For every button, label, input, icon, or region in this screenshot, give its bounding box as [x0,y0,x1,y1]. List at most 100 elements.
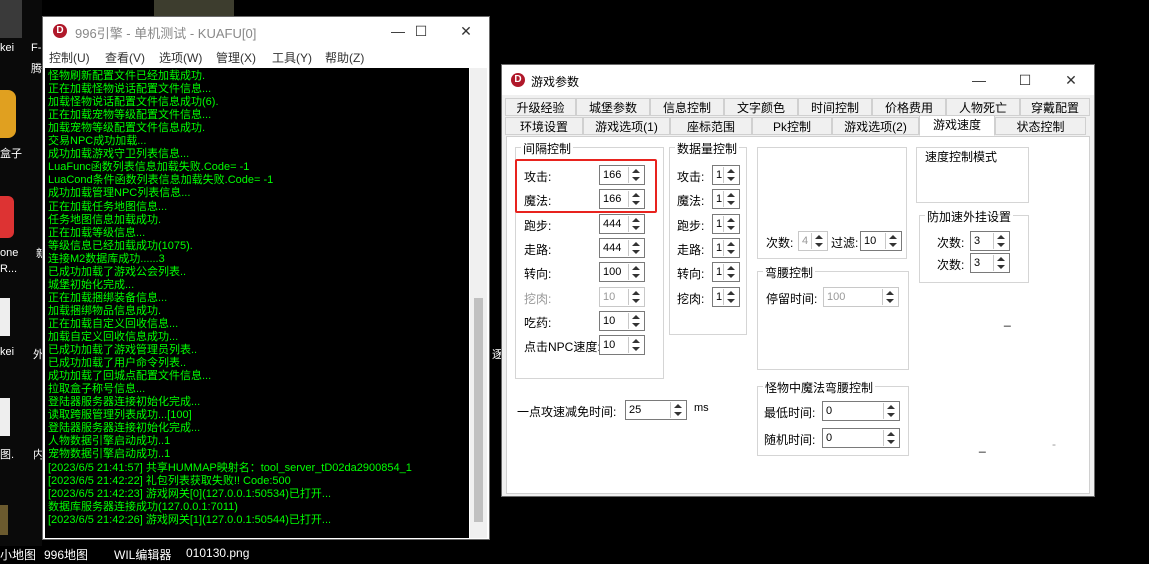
spin-arrows-icon[interactable] [993,233,1008,249]
desktop-shortcut-icon[interactable] [0,0,22,38]
taskbar-item[interactable]: 010130.png [186,546,249,560]
spin-value: 1 [716,193,723,206]
log-line: 成功加载了回城点配置文件信息... [48,370,212,383]
tab-row2[interactable]: 游戏选项(1) [583,117,670,135]
value-spinbox[interactable]: 444 [599,213,645,234]
attack-speed-reduce-spinbox[interactable]: 25 [625,400,687,420]
menu-options[interactable]: 选项(W) [159,49,202,66]
box-app-icon[interactable] [0,90,16,138]
tab-row1[interactable]: 城堡参数 [576,98,650,116]
tab-row2[interactable]: 环境设置 [505,117,583,135]
tab-row1[interactable]: 时间控制 [798,98,872,116]
file-icon[interactable] [0,298,10,336]
value-spinbox[interactable]: 1 [712,165,740,185]
log-line: 正在加载等级信息... [48,226,146,239]
tab-row1[interactable]: 价格费用 [872,98,946,116]
spin-value: 1 [716,169,723,181]
app-icon[interactable] [0,196,14,238]
spin-arrows-icon[interactable] [723,288,738,305]
times-spinbox[interactable]: 4 [798,231,828,251]
spin-arrows-icon[interactable] [993,255,1008,271]
value-spinbox[interactable]: 10 [599,335,645,356]
spin-value: 444 [603,241,622,254]
spin-value: 3 [974,235,981,247]
spin-arrows-icon[interactable] [628,288,643,305]
dialog-titlebar[interactable]: D 游戏参数 — ☐ ✕ [502,65,1094,95]
dash-mark: _ [1004,313,1011,327]
spin-arrows-icon[interactable] [882,289,897,305]
spin-value: 100 [827,291,846,303]
maximize-button[interactable]: ☐ [398,17,444,45]
spin-arrows-icon[interactable] [628,264,643,281]
menu-tools[interactable]: 工具(Y) [272,49,312,66]
value-spinbox[interactable]: 100 [599,262,645,283]
spin-arrows-icon[interactable] [723,191,738,208]
menu-help[interactable]: 帮助(Z) [325,49,364,66]
taskbar-item[interactable]: 996地图 [44,546,88,563]
minimize-button[interactable]: — [956,66,1002,94]
close-button[interactable]: ✕ [1048,66,1094,94]
anti-hack-times-spinbox[interactable]: 3 [970,231,1010,251]
spin-arrows-icon[interactable] [883,430,898,446]
value-spinbox[interactable]: 1 [712,189,740,210]
spin-arrows-icon[interactable] [628,239,643,256]
value-spinbox[interactable]: 1 [712,286,740,307]
log-line: 城堡初始化完成... [48,278,135,291]
menu-bar: 控制(U) 查看(V) 选项(W) 管理(X) 工具(Y) 帮助(Z) [43,45,489,67]
tab-row1[interactable]: 文字颜色 [724,98,798,116]
value-spinbox[interactable]: 10 [599,286,645,307]
spin-arrows-icon[interactable] [628,337,643,354]
console-titlebar[interactable]: D 996引擎 - 单机测试 - KUAFU[0] — ☐ ✕ [43,17,489,45]
log-line: 已成功加载了游戏管理员列表.. [48,344,198,357]
spin-arrows-icon[interactable] [628,191,643,208]
spin-arrows-icon[interactable] [723,215,738,232]
min-time-label: 最低时间: [764,406,816,420]
tab-row2[interactable]: 状态控制 [995,117,1086,135]
taskbar-item[interactable]: WIL编辑器 [114,546,171,563]
spin-arrows-icon[interactable] [628,215,643,232]
spin-arrows-icon[interactable] [883,403,898,419]
value-spinbox[interactable]: 1 [712,237,740,258]
desktop-thumbnail [154,0,234,16]
filter-spinbox[interactable]: 10 [860,231,902,251]
spin-arrows-icon[interactable] [885,233,900,249]
random-time-spinbox[interactable]: 0 [822,428,900,448]
min-time-spinbox[interactable]: 0 [822,401,900,421]
image-icon[interactable] [0,505,8,535]
tab-row1[interactable]: 人物死亡 [946,98,1020,116]
close-button[interactable]: ✕ [443,17,489,45]
spin-arrows-icon[interactable] [811,233,826,249]
value-spinbox[interactable]: 1 [712,262,740,283]
file-icon[interactable] [0,398,10,436]
menu-manage[interactable]: 管理(X) [216,49,256,66]
value-spinbox[interactable]: 444 [599,237,645,258]
spin-arrows-icon[interactable] [628,312,643,329]
value-spinbox[interactable]: 166 [599,165,645,185]
value-spinbox[interactable]: 1 [712,213,740,234]
spin-arrows-icon[interactable] [723,239,738,256]
value-spinbox[interactable]: 166 [599,189,645,210]
tab-row2[interactable]: 座标范围 [670,117,752,135]
tab-row1[interactable]: 升级经验 [505,98,576,116]
tab-row1[interactable]: 信息控制 [650,98,724,116]
value-spinbox[interactable]: 10 [599,310,645,331]
tab-row2[interactable]: Pk控制 [752,117,832,135]
log-line: 成功加载游戏守卫列表信息... [48,148,190,161]
taskbar-item[interactable]: 小地图 [0,546,36,563]
scrollbar-thumb[interactable] [474,298,483,522]
anti-hack-times-spinbox[interactable]: 3 [970,253,1010,273]
tab-row2[interactable]: 游戏速度 [919,115,995,136]
menu-control[interactable]: 控制(U) [49,49,90,66]
log-scrollbar[interactable] [470,68,487,538]
stay-time-spinbox[interactable]: 100 [823,287,899,307]
spin-value: 100 [603,266,622,279]
spin-arrows-icon[interactable] [628,167,643,183]
tab-row2[interactable]: 游戏选项(2) [832,117,919,135]
tab-row1[interactable]: 穿戴配置 [1020,98,1090,116]
desktop-icon-label: 腾 [31,63,42,75]
spin-arrows-icon[interactable] [723,167,738,183]
spin-arrows-icon[interactable] [723,264,738,281]
maximize-button[interactable]: ☐ [1002,66,1048,94]
menu-view[interactable]: 查看(V) [105,49,145,66]
spin-arrows-icon[interactable] [670,402,685,418]
